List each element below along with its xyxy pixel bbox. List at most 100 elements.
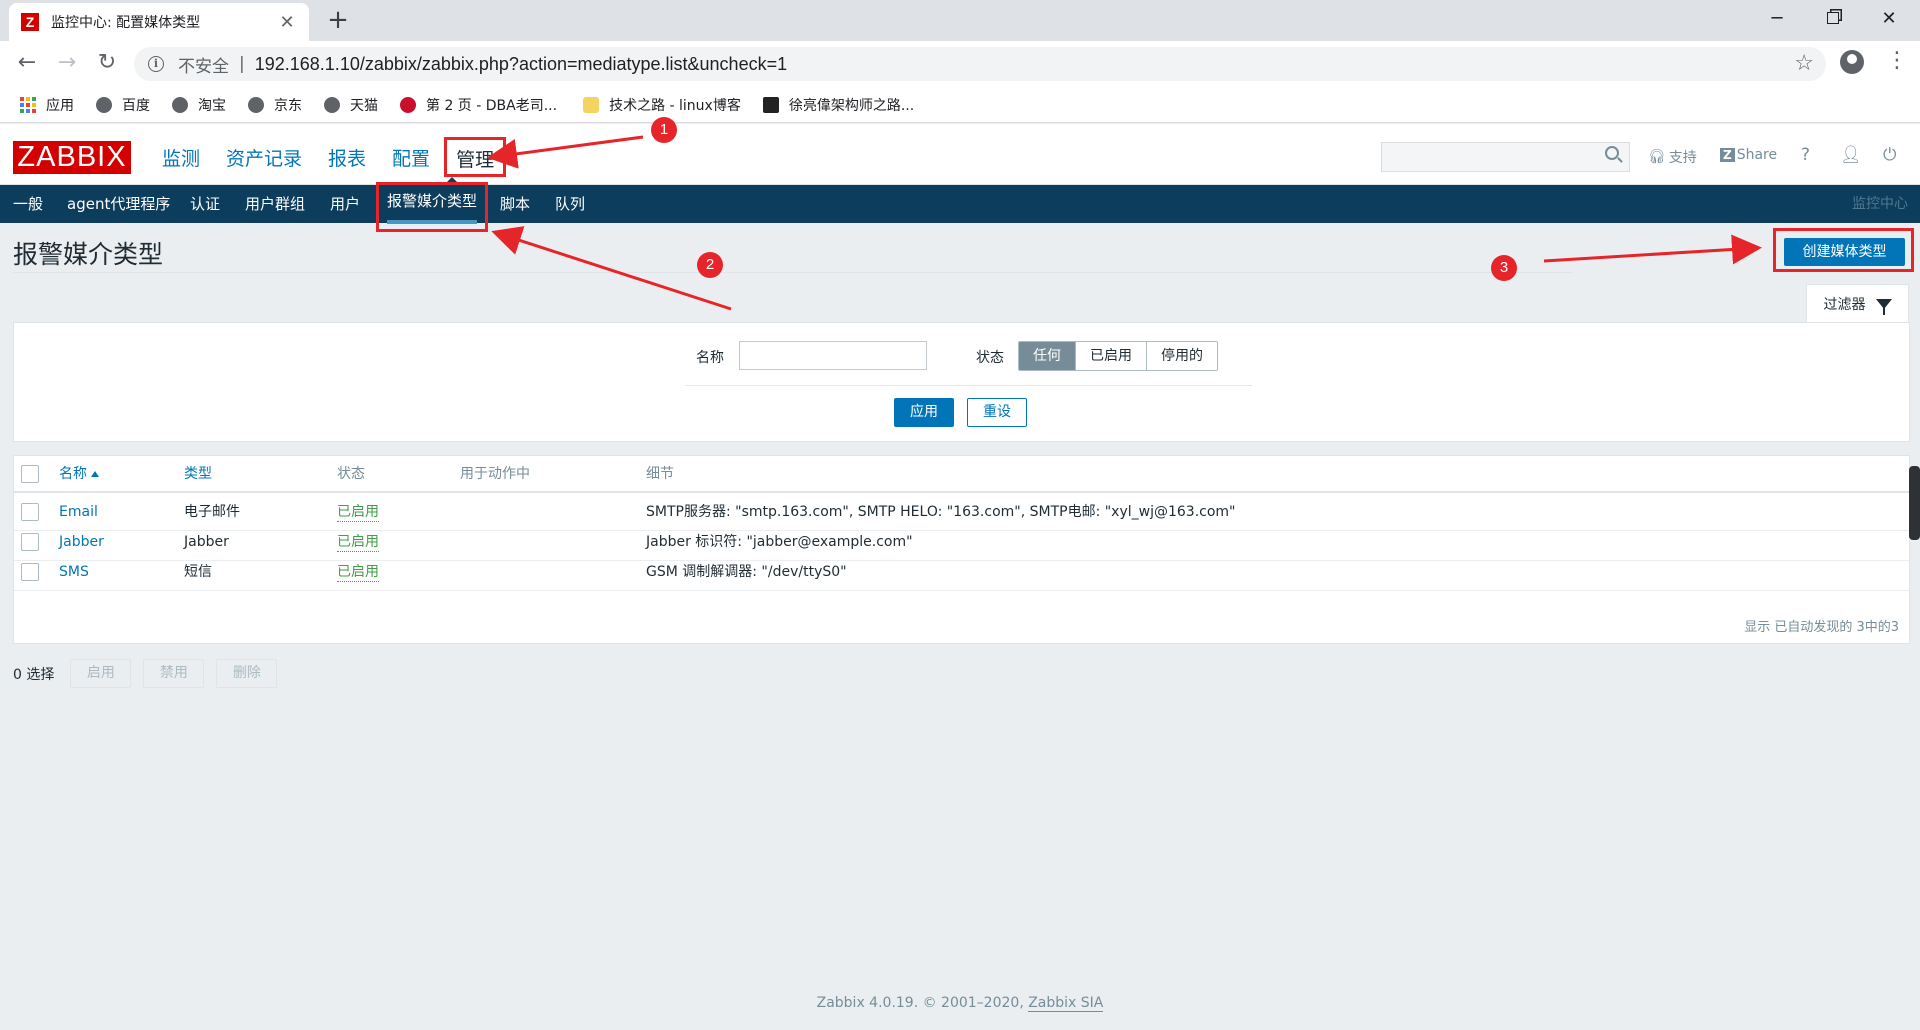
bookmark-star-icon[interactable]: ☆ <box>1794 51 1814 76</box>
menu-reports[interactable]: 报表 <box>316 137 378 177</box>
status-toggle-link[interactable]: 已启用 <box>337 563 379 582</box>
bookmark-baidu[interactable]: 百度 <box>96 95 150 115</box>
column-name-header[interactable]: 名称 <box>59 456 99 492</box>
status-toggle-link[interactable]: 已启用 <box>337 533 379 552</box>
filter-tab[interactable]: 过滤器 <box>1806 284 1909 322</box>
submenu-media-types[interactable]: 报警媒介类型 <box>376 182 489 232</box>
bookmark-label: 应用 <box>46 97 74 114</box>
submenu-scripts[interactable]: 脚本 <box>500 185 530 223</box>
browser-menu-icon[interactable]: ⋮ <box>1886 49 1908 73</box>
bookmark-tmall[interactable]: 天猫 <box>324 95 378 115</box>
menu-administration[interactable]: 管理 <box>444 137 507 177</box>
share-link[interactable]: Z Share <box>1720 147 1777 163</box>
submenu-proxies[interactable]: agent代理程序 <box>67 185 170 223</box>
reset-filter-button[interactable]: 重设 <box>967 398 1027 427</box>
row-checkbox[interactable] <box>21 503 39 521</box>
bookmark-label: 徐亮偉架构师之路... <box>788 97 915 114</box>
annotation-badge-3: 3 <box>1491 255 1517 281</box>
close-tab-icon[interactable]: ✕ <box>277 12 297 33</box>
user-profile-icon[interactable]: 👤︎ <box>1840 145 1862 165</box>
arrow-2 <box>491 226 732 311</box>
menu-configuration[interactable]: 配置 <box>380 137 442 177</box>
mass-action-bar: 0 选择 启用 禁用 删除 <box>13 659 289 688</box>
column-type-header[interactable]: 类型 <box>184 456 212 492</box>
row-checkbox[interactable] <box>21 533 39 551</box>
insecure-label: 不安全 <box>178 56 229 77</box>
bookmark-apps[interactable]: 应用 <box>20 95 74 115</box>
menu-monitoring[interactable]: 监测 <box>150 137 212 177</box>
filter-panel: 名称 状态 任何 已启用 停用的 应用 重设 <box>13 322 1910 442</box>
info-icon[interactable]: i <box>148 56 164 72</box>
bookmarks-bar: 应用 百度 淘宝 京东 天猫 第 2 页 - DBA老司... 技术之路 - l… <box>0 87 1920 123</box>
bookmark-linux-blog[interactable]: 技术之路 - linux博客 <box>583 95 741 115</box>
window-restore-button[interactable] <box>1805 0 1861 36</box>
filter-tab-label: 过滤器 <box>1823 296 1866 313</box>
new-tab-button[interactable]: + <box>323 6 353 36</box>
bookmark-label: 淘宝 <box>198 97 226 114</box>
reload-icon[interactable]: ↻ <box>91 48 123 80</box>
submenu-general[interactable]: 一般 <box>13 185 43 223</box>
submenu-users[interactable]: 用户 <box>330 185 360 223</box>
footer-text: Zabbix 4.0.19. © 2001–2020, <box>816 995 1029 1011</box>
status-any-option[interactable]: 任何 <box>1019 342 1075 370</box>
status-cell: 已启用 <box>337 554 379 590</box>
status-toggle-link[interactable]: 已启用 <box>337 503 379 522</box>
url-text[interactable]: 192.168.1.10/zabbix/zabbix.php?action=me… <box>255 54 787 75</box>
table-footer-count: 显示 已自动发现的 3中的3 <box>1744 620 1899 635</box>
help-icon[interactable]: ? <box>1801 145 1810 165</box>
delete-button[interactable]: 删除 <box>216 659 278 688</box>
create-button-highlight: 创建媒体类型 <box>1773 228 1914 272</box>
menu-inventory[interactable]: 资产记录 <box>214 137 314 177</box>
window-minimize-button[interactable]: ─ <box>1749 0 1805 36</box>
status-enabled-option[interactable]: 已启用 <box>1075 342 1146 370</box>
zabbix-logo[interactable]: ZABBIX <box>13 141 131 174</box>
media-type-name-link[interactable]: SMS <box>59 554 89 590</box>
main-menu: 监测 资产记录 报表 配置 管理 <box>150 137 508 177</box>
dba-icon <box>400 96 416 113</box>
filter-name-label: 名称 <box>696 350 724 366</box>
annotation-badge-2: 2 <box>697 252 723 278</box>
submenu-queue[interactable]: 队列 <box>555 185 585 223</box>
blog-icon <box>762 96 779 113</box>
zabbix-header: ZABBIX 监测 资产记录 报表 配置 管理 <box>0 124 1920 185</box>
sign-out-icon[interactable]: ⏻ <box>1883 145 1896 165</box>
bookmark-jd[interactable]: 京东 <box>248 95 302 115</box>
global-search-input[interactable] <box>1381 142 1630 172</box>
bookmark-architect[interactable]: 徐亮偉架构师之路... <box>762 95 915 115</box>
sort-asc-icon <box>91 471 99 477</box>
filter-status-segmented: 任何 已启用 停用的 <box>1018 341 1218 371</box>
footer-link[interactable]: Zabbix SIA <box>1028 995 1104 1012</box>
create-media-type-button[interactable]: 创建媒体类型 <box>1784 238 1905 266</box>
browser-tab-bar: Z 监控中心: 配置媒体类型 ✕ + ─ ✕ <box>0 0 1920 41</box>
submenu-user-groups[interactable]: 用户群组 <box>245 185 305 223</box>
status-disabled-option[interactable]: 停用的 <box>1146 342 1217 370</box>
bookmark-dba[interactable]: 第 2 页 - DBA老司... <box>400 95 557 115</box>
globe-icon <box>96 96 112 113</box>
select-all-checkbox[interactable] <box>21 465 39 483</box>
support-link[interactable]: 🎧︎ 支持 <box>1648 147 1697 167</box>
browser-tab[interactable]: Z 监控中心: 配置媒体类型 ✕ <box>9 3 309 41</box>
page-footer: Zabbix 4.0.19. © 2001–2020, Zabbix SIA <box>0 995 1920 1012</box>
media-type-type: 短信 <box>184 564 212 580</box>
window-close-button[interactable]: ✕ <box>1861 0 1917 36</box>
table-row: SMS 短信 已启用 GSM 调制解调器: "/dev/ttyS0" <box>14 554 1909 591</box>
disable-button[interactable]: 禁用 <box>143 659 205 688</box>
annotation-badge-1: 1 <box>651 117 677 143</box>
address-bar[interactable]: i 不安全 | 192.168.1.10/zabbix/zabbix.php?a… <box>134 47 1826 81</box>
row-checkbox[interactable] <box>21 563 39 581</box>
forward-arrow-icon[interactable]: → <box>51 48 83 80</box>
search-icon[interactable] <box>1605 146 1619 160</box>
apply-filter-button[interactable]: 应用 <box>894 398 954 427</box>
profile-avatar-icon[interactable] <box>1840 50 1864 74</box>
column-details-header: 细节 <box>646 466 674 482</box>
bookmark-taobao[interactable]: 淘宝 <box>172 95 226 115</box>
enable-button[interactable]: 启用 <box>70 659 132 688</box>
bookmark-label: 天猫 <box>350 97 378 114</box>
url-separator: | <box>239 54 245 74</box>
scrollbar-thumb[interactable] <box>1909 466 1920 540</box>
submenu-authentication[interactable]: 认证 <box>190 185 220 223</box>
globe-icon <box>172 96 188 113</box>
back-arrow-icon[interactable]: ← <box>11 48 43 80</box>
restore-icon <box>1827 12 1839 24</box>
filter-name-input[interactable] <box>739 341 927 370</box>
